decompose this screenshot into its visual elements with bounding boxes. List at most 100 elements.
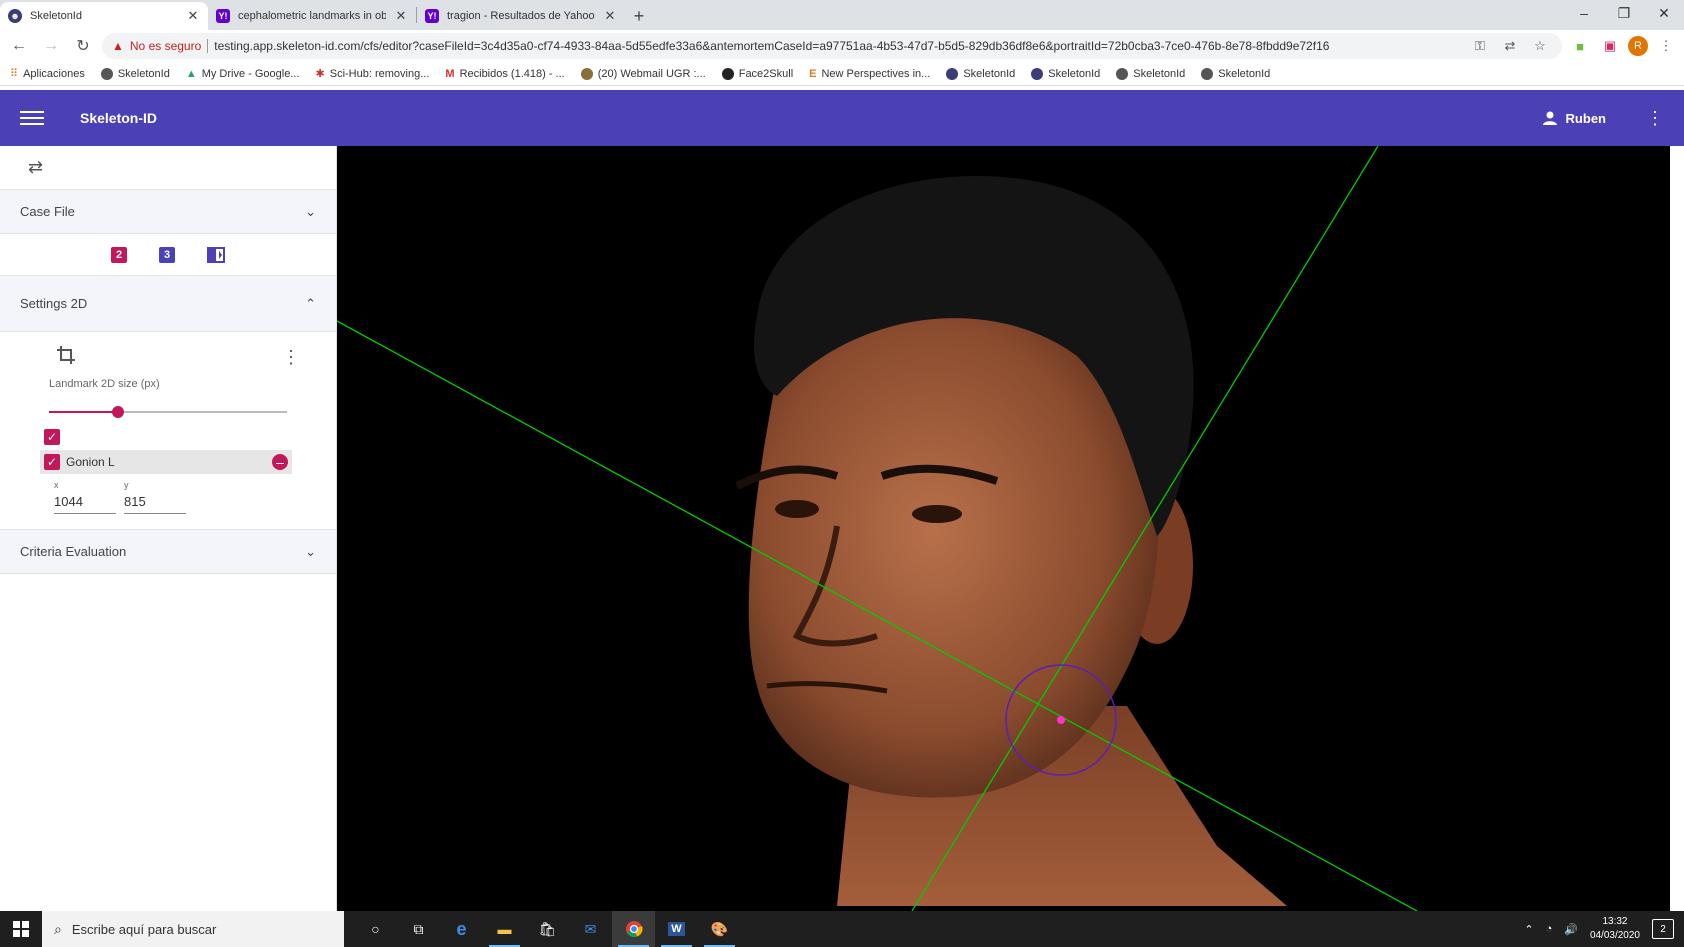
pocket-icon[interactable]: ▣ [1598, 38, 1622, 54]
window-controls: – ❐ ✕ [1564, 0, 1684, 28]
close-icon[interactable]: ✕ [603, 8, 617, 24]
notification-center-icon[interactable]: 2 [1652, 919, 1674, 939]
elsevier-icon: E [809, 67, 817, 80]
chrome-icon[interactable] [612, 911, 655, 947]
bookmark-item[interactable]: Face2Skull [721, 67, 794, 80]
eye-shape [775, 500, 819, 518]
minimize-icon[interactable]: – [1564, 0, 1604, 28]
settings-toolbar: ⋮ [44, 342, 300, 372]
search-icon: ⌕ [54, 920, 62, 937]
browser-tab-cephalometric[interactable]: Y! cephalometric landmarks in oblic ✕ [208, 2, 416, 30]
browser-tab-tragion[interactable]: Y! tragion - Resultados de Yahoo Es ✕ [417, 2, 625, 30]
remove-landmark-button[interactable]: – [272, 454, 288, 470]
landmark-checkbox[interactable]: ✓ [44, 454, 60, 470]
bookmark-item[interactable]: ⠿ Aplicaciones [10, 67, 85, 81]
task-view-icon[interactable]: ⧉ [397, 911, 440, 947]
close-icon[interactable]: ✕ [394, 8, 408, 24]
yahoo-favicon-icon: Y! [216, 9, 230, 23]
windows-start-icon[interactable] [0, 911, 42, 947]
crop-icon[interactable] [56, 345, 76, 370]
user-menu-button[interactable]: Ruben [1542, 110, 1606, 126]
view-2d-button[interactable]: 2 [111, 246, 127, 263]
close-icon[interactable]: ✕ [186, 8, 200, 24]
forward-icon[interactable]: → [38, 37, 64, 55]
cortana-icon[interactable]: ○ [354, 911, 397, 947]
landmark-list-item[interactable]: ✓ Gonion L – [40, 450, 292, 474]
extension-icon[interactable]: ■ [1568, 39, 1592, 54]
mail-icon[interactable]: ✉ [569, 911, 612, 947]
x-field[interactable]: 1044 [54, 492, 116, 514]
case-file-section-header[interactable]: Case File ⌄ [0, 190, 336, 234]
address-bar[interactable]: ▲ No es seguro testing.app.skeleton-id.c… [102, 33, 1562, 59]
system-tray: ⌃ ◔ 🔊 13:32 04/03/2020 2 [1524, 915, 1684, 943]
taskbar-search-box[interactable]: ⌕ Escribe aquí para buscar [42, 911, 344, 947]
settings-2d-section-header[interactable]: Settings 2D ⌃ [0, 276, 336, 332]
bookmark-label: Face2Skull [738, 67, 794, 80]
slider-thumb[interactable] [112, 406, 125, 418]
bookmark-label: SkeletonId [1133, 67, 1186, 80]
menu-icon[interactable] [20, 111, 44, 125]
bookmark-item[interactable]: M Recibidos (1.418) - ... [445, 68, 564, 80]
landmark-size-slider[interactable] [49, 400, 287, 424]
bookmark-label: SkeletonId [1218, 67, 1271, 80]
portrait-viewer[interactable] [337, 146, 1670, 911]
swap-arrows-icon: ⇄ [28, 157, 44, 177]
portrait-canvas[interactable] [337, 146, 1670, 911]
bookmark-item[interactable]: SkeletonId [1116, 67, 1186, 80]
tab-title: SkeletonId [30, 10, 82, 22]
slider-fill [49, 411, 119, 413]
bookmark-item[interactable]: SkeletonId [1031, 67, 1100, 80]
bookmark-item[interactable]: SkeletonId [1201, 67, 1271, 80]
bookmark-label: My Drive - Google... [201, 67, 300, 80]
volume-icon[interactable]: 🔊 [1564, 923, 1578, 936]
bookmarks-bar: ⠿ Aplicaciones SkeletonId ▲ My Drive - Goo… [0, 62, 1684, 86]
swap-panel-button[interactable]: ⇄ [0, 146, 336, 190]
section-label: Criteria Evaluation [20, 544, 127, 559]
key-icon[interactable]: ⚿ [1468, 38, 1492, 54]
word-icon[interactable]: W [655, 911, 698, 947]
y-field[interactable]: 815 [124, 492, 186, 514]
bookmark-item[interactable]: SkeletonId [100, 67, 170, 80]
bookmark-item[interactable]: E New Perspectives in... [809, 68, 930, 80]
view-3d-button[interactable]: 3 [159, 246, 175, 263]
apps-grid-icon: ⠿ [10, 68, 19, 80]
bookmark-item[interactable]: ✱ Sci-Hub: removing... [315, 67, 430, 81]
security-label[interactable]: No es seguro [130, 39, 201, 53]
star-icon[interactable]: ☆ [1528, 38, 1552, 54]
network-icon[interactable]: ◔ [1546, 923, 1553, 935]
settings-2d-panel: ⋮ Landmark 2D size (px) ✓ ✓ Gonion L – x… [0, 332, 336, 530]
tab-title: tragion - Resultados de Yahoo Es [447, 10, 595, 22]
edge-icon[interactable]: e [440, 911, 483, 947]
compare-icon[interactable] [207, 246, 225, 264]
url-text[interactable]: testing.app.skeleton-id.com/cfs/editor?c… [214, 39, 1329, 53]
select-all-checkbox[interactable]: ✓ [44, 429, 60, 445]
profile-avatar[interactable]: R [1628, 36, 1648, 56]
file-explorer-icon[interactable]: ▬ [483, 911, 526, 947]
clock[interactable]: 13:32 04/03/2020 [1590, 915, 1640, 943]
browser-tab-skeletonid[interactable]: ☻ SkeletonId ✕ [0, 2, 208, 30]
browser-toolbar: ← → ↻ ▲ No es seguro testing.app.skeleto… [0, 30, 1684, 62]
skeleton-favicon-icon [1201, 67, 1214, 80]
store-icon[interactable]: 🛍 [526, 911, 569, 947]
tray-chevron-icon[interactable]: ⌃ [1524, 923, 1533, 936]
select-all-row: ✓ [44, 426, 296, 448]
criteria-evaluation-section-header[interactable]: Criteria Evaluation ⌄ [0, 530, 336, 574]
window-close-icon[interactable]: ✕ [1644, 0, 1684, 28]
person-icon [1542, 111, 1557, 125]
landmark-dot[interactable] [1057, 716, 1065, 724]
translate-icon[interactable]: ⇄ [1498, 38, 1522, 54]
more-vert-icon[interactable]: ⋮ [1646, 108, 1664, 129]
restore-icon[interactable]: ❐ [1604, 0, 1644, 28]
new-tab-button[interactable]: + [625, 2, 653, 30]
bookmark-item[interactable]: (20) Webmail UGR :... [580, 67, 706, 80]
bookmark-item[interactable]: ▲ My Drive - Google... [186, 68, 300, 80]
back-icon[interactable]: ← [6, 37, 32, 55]
bookmark-item[interactable]: SkeletonId [946, 67, 1015, 80]
browser-menu-icon[interactable]: ⋮ [1654, 38, 1678, 54]
reload-icon[interactable]: ↻ [70, 36, 96, 56]
landmark-coordinates: x 1044 y 815 [44, 480, 296, 514]
more-vert-icon[interactable]: ⋮ [282, 347, 300, 368]
scihub-icon: ✱ [315, 68, 325, 80]
clock-time: 13:32 [1602, 916, 1628, 927]
paint-icon[interactable]: 🎨 [698, 911, 741, 947]
